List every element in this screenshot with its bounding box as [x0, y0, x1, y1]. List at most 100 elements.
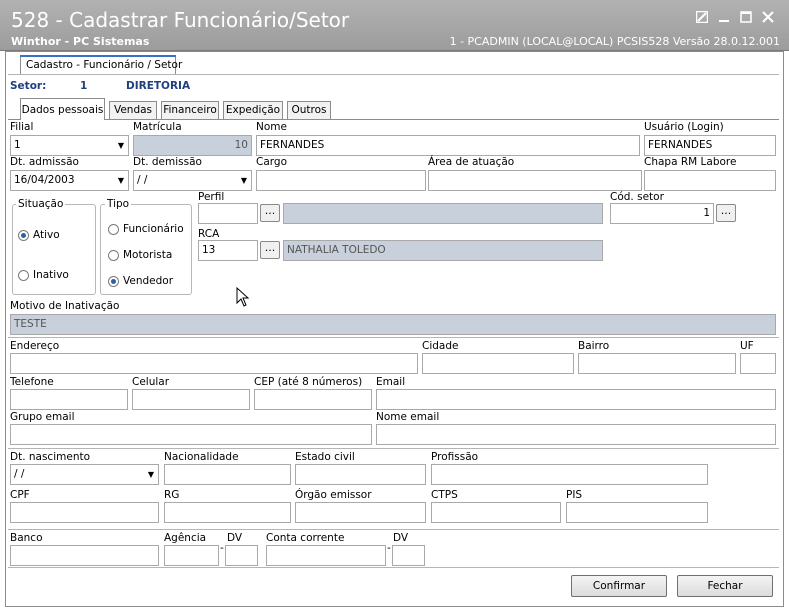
confirmar-button[interactable]: Confirmar [571, 575, 667, 597]
divider [8, 337, 779, 338]
tab-dados-pessoais[interactable]: Dados pessoais [20, 98, 105, 120]
grupo-email-field[interactable] [10, 424, 372, 445]
cargo-label: Cargo [256, 156, 287, 168]
outer-tab-label: Cadastro - Funcionário / Setor [26, 59, 183, 71]
chapa-field[interactable] [644, 170, 776, 191]
uf-field[interactable] [740, 353, 776, 374]
cpf-label: CPF [10, 489, 30, 501]
nacionalidade-label: Nacionalidade [164, 451, 239, 463]
agencia-label: Agência [164, 532, 207, 544]
cargo-field[interactable] [256, 170, 426, 191]
setor-label: Setor: [10, 80, 47, 92]
matricula-field[interactable]: 10 [133, 135, 252, 156]
maximize-icon[interactable] [738, 9, 754, 25]
motivo-label: Motivo de Inativação [10, 300, 120, 312]
filial-label: Filial [10, 121, 34, 133]
tab-expedicao[interactable]: Expedição [223, 101, 283, 119]
dt-nascimento-field[interactable]: / / ▼ [10, 464, 159, 485]
radio-ativo[interactable] [18, 230, 29, 241]
celular-field[interactable] [132, 389, 250, 410]
tab-outros[interactable]: Outros [287, 101, 331, 119]
ctps-field[interactable] [431, 502, 561, 523]
email-field[interactable] [376, 389, 776, 410]
motivo-field[interactable]: TESTE [10, 314, 776, 335]
profissao-label: Profissão [431, 451, 479, 463]
radio-inativo[interactable] [18, 270, 29, 281]
dv-conta-field[interactable] [392, 545, 425, 566]
orgao-field[interactable] [295, 502, 426, 523]
setor-name: DIRETORIA [126, 80, 191, 92]
setor-code: 1 [80, 80, 88, 92]
cep-label: CEP (até 8 números) [254, 376, 363, 388]
situacao-label: Situação [16, 198, 66, 210]
agencia-field[interactable] [164, 545, 219, 566]
nacionalidade-field[interactable] [164, 464, 291, 485]
agencia-dash: - [220, 542, 224, 554]
tab-vendas[interactable]: Vendas [109, 101, 157, 119]
fechar-button[interactable]: Fechar [677, 575, 773, 597]
rca-label: RCA [198, 228, 220, 240]
cpf-field[interactable] [10, 502, 159, 523]
conta-label: Conta corrente [266, 532, 345, 544]
chevron-down-icon[interactable]: ▼ [118, 171, 124, 190]
pis-label: PIS [566, 489, 583, 501]
perfil-desc-field [283, 203, 603, 224]
radio-ativo-label: Ativo [33, 229, 60, 241]
usuario-label: Usuário (Login) [644, 121, 724, 133]
dv-agencia-field[interactable] [225, 545, 258, 566]
chevron-down-icon[interactable]: ▼ [241, 171, 247, 190]
dv-agencia-label: DV [227, 532, 243, 544]
banco-label: Banco [10, 532, 43, 544]
conta-field[interactable] [266, 545, 386, 566]
estado-civil-field[interactable] [295, 464, 426, 485]
estado-civil-label: Estado civil [295, 451, 355, 463]
radio-motorista-label: Motorista [123, 249, 173, 261]
close-icon[interactable] [760, 9, 776, 25]
radio-funcionario[interactable] [108, 224, 119, 235]
area-field[interactable] [428, 170, 642, 191]
dt-nascimento-label: Dt. nascimento [10, 451, 91, 463]
filial-select[interactable]: 1 ▼ [10, 135, 129, 156]
dt-admissao-field[interactable]: 16/04/2003 ▼ [10, 170, 129, 191]
cep-field[interactable] [254, 389, 372, 410]
radio-motorista[interactable] [108, 250, 119, 261]
chevron-down-icon[interactable]: ▼ [118, 136, 124, 155]
rca-lookup-button[interactable]: ... [260, 241, 280, 259]
usuario-field[interactable]: FERNANDES [644, 135, 776, 156]
profissao-field[interactable] [431, 464, 708, 485]
banco-field[interactable] [10, 545, 159, 566]
bairro-field[interactable] [578, 353, 736, 374]
tab-financeiro[interactable]: Financeiro [161, 101, 219, 119]
dt-admissao-value: 16/04/2003 [14, 174, 75, 186]
pis-field[interactable] [566, 502, 708, 523]
radio-inativo-label: Inativo [33, 269, 69, 281]
chapa-label: Chapa RM Labore [644, 156, 737, 168]
divider [8, 74, 779, 75]
perfil-code-field[interactable] [198, 203, 258, 224]
email-label: Email [376, 376, 406, 388]
cidade-field[interactable] [422, 353, 574, 374]
cidade-label: Cidade [422, 340, 459, 352]
mouse-cursor-icon [236, 286, 250, 310]
endereco-field[interactable] [10, 353, 418, 374]
area-label: Área de atuação [428, 156, 515, 168]
telefone-field[interactable] [10, 389, 128, 410]
minimize-icon[interactable] [716, 9, 732, 25]
cod-setor-lookup-button[interactable]: ... [716, 204, 736, 222]
telefone-label: Telefone [10, 376, 54, 388]
restore-icon[interactable] [694, 9, 710, 25]
nome-email-field[interactable] [376, 424, 776, 445]
dt-demissao-field[interactable]: / / ▼ [133, 170, 252, 191]
perfil-lookup-button[interactable]: ... [260, 204, 280, 222]
radio-vendedor[interactable] [108, 276, 119, 287]
tabs-baseline [8, 119, 779, 120]
rg-field[interactable] [164, 502, 291, 523]
perfil-label: Perfil [198, 191, 225, 203]
nome-field[interactable]: FERNANDES [256, 135, 640, 156]
rca-code-field[interactable]: 13 [198, 240, 258, 261]
tipo-label: Tipo [105, 198, 132, 210]
tab-cadastro-funcionario-setor[interactable]: Cadastro - Funcionário / Setor [20, 55, 182, 74]
rg-label: RG [164, 489, 180, 501]
cod-setor-field[interactable]: 1 [610, 203, 714, 224]
chevron-down-icon[interactable]: ▼ [148, 465, 154, 484]
